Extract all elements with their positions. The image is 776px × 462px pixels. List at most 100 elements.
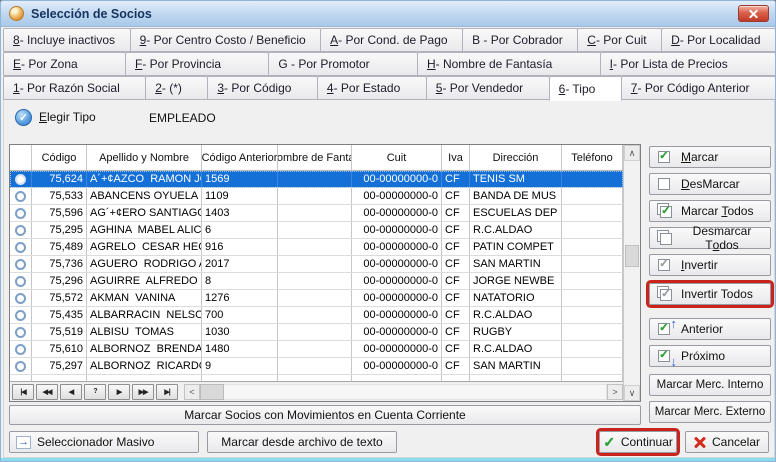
- row-radio-icon[interactable]: [15, 361, 26, 372]
- grid-row[interactable]: 75,435ALBARRACIN NELSON EL70000-00000000…: [10, 307, 623, 324]
- elegir-tipo-button[interactable]: ✓ Elegir Tipo: [15, 105, 96, 129]
- tab-a-por-cond-de-pago[interactable]: A - Por Cond. de Pago: [320, 28, 463, 52]
- button-label: DesMarcar: [681, 177, 740, 191]
- cell-iva: CF: [442, 171, 470, 187]
- tab-h-nombre-de-fantasi-a[interactable]: H - Nombre de Fantasía: [417, 52, 601, 76]
- row-radio-cell[interactable]: [10, 273, 32, 289]
- cell-cuit: 00-00000000-0: [352, 205, 442, 221]
- row-radio-cell[interactable]: [10, 324, 32, 340]
- scroll-up-icon[interactable]: ∧: [624, 145, 640, 161]
- scroll-down-icon[interactable]: ∨: [624, 385, 640, 401]
- invertir-button[interactable]: ✓Invertir: [649, 254, 771, 276]
- tab-2[interactable]: 2 - (*): [145, 76, 208, 100]
- horizontal-scrollbar[interactable]: < >: [180, 382, 623, 401]
- tab-9-por-centro-costo-beneficio[interactable]: 9 - Por Centro Costo / Beneficio: [130, 28, 322, 52]
- row-radio-cell[interactable]: [10, 358, 32, 374]
- continuar-button[interactable]: ✓ Continuar: [599, 431, 677, 453]
- tab-e-por-zona[interactable]: E - Por Zona: [3, 52, 126, 76]
- row-radio-icon[interactable]: [15, 242, 26, 253]
- cancelar-button[interactable]: Cancelar: [685, 431, 769, 453]
- horizontal-scroll-thumb[interactable]: [200, 384, 224, 400]
- invertir-todos-button[interactable]: ✓Invertir Todos: [649, 283, 771, 305]
- nav-search-button[interactable]: ?: [84, 384, 106, 400]
- anterior-button[interactable]: ✓↑Anterior: [649, 318, 771, 340]
- col-header-co-digo-anterior: Código Anterior: [202, 145, 278, 170]
- tab-6-tipo[interactable]: 6 - Tipo: [549, 76, 622, 101]
- marcar-todos-button[interactable]: ✓Marcar Todos: [649, 200, 771, 222]
- pro-ximo-button[interactable]: ✓↓Próximo: [649, 345, 771, 367]
- tab-1-por-razo-n-social[interactable]: 1 - Por Razón Social: [3, 76, 146, 100]
- nav-fast-forward-button[interactable]: ▶▶: [132, 384, 154, 400]
- nav-next-button[interactable]: ▶: [108, 384, 130, 400]
- dialog-seleccion-socios: Selección de Socios 8 - Incluye inactivo…: [0, 0, 776, 462]
- row-radio-icon[interactable]: [15, 327, 26, 338]
- tab-c-por-cuit[interactable]: C - Por Cuit: [577, 28, 662, 52]
- row-radio-icon[interactable]: [15, 310, 26, 321]
- cell-co-digo: 75,435: [32, 307, 87, 323]
- marcar-cc-button[interactable]: Marcar Socios con Movimientos en Cuenta …: [9, 405, 641, 425]
- horizontal-scroll-track[interactable]: [224, 384, 607, 400]
- grid-row[interactable]: 75,296AGUIRRE ALFREDO800-00000000-0CFJOR…: [10, 273, 623, 290]
- grid-row[interactable]: 75,596AG´+¢ERO SANTIAGO ME140300-0000000…: [10, 205, 623, 222]
- row-radio-icon[interactable]: [15, 344, 26, 355]
- desmarcar-button[interactable]: DesMarcar: [649, 173, 771, 195]
- nav-fast-back-button[interactable]: ◀◀: [36, 384, 58, 400]
- row-radio-cell[interactable]: [10, 171, 32, 187]
- tab-f-por-provincia[interactable]: F - Por Provincia: [125, 52, 269, 76]
- row-radio-icon[interactable]: [15, 259, 26, 270]
- vertical-scrollbar[interactable]: ∧ ∨: [623, 145, 640, 401]
- row-radio-cell[interactable]: [10, 256, 32, 272]
- row-radio-icon[interactable]: [15, 191, 26, 202]
- desmarcar-todos-button[interactable]: Desmarcar Todos: [649, 227, 771, 249]
- grid-row[interactable]: 75,624A´+¢AZCO RAMON JOSE156900-00000000…: [10, 171, 623, 188]
- checkbox-box: ✓: [660, 206, 672, 218]
- grid-row[interactable]: 75,489AGRELO CESAR HECTOR91600-00000000-…: [10, 239, 623, 256]
- row-radio-cell[interactable]: [10, 188, 32, 204]
- grid-row[interactable]: 75,297ALBORNOZ RICARDO RO900-00000000-0C…: [10, 358, 623, 375]
- seleccionador-masivo-button[interactable]: → Seleccionador Masivo: [9, 431, 199, 453]
- row-radio-cell[interactable]: [10, 239, 32, 255]
- tab-3-por-co-digo[interactable]: 3 - Por Código: [207, 76, 318, 100]
- row-radio-icon[interactable]: [15, 276, 26, 287]
- row-radio-icon[interactable]: [15, 208, 26, 219]
- marcar-merc-externo-button[interactable]: Marcar Merc. Externo: [649, 401, 771, 423]
- tab-7-por-co-digo-anterior[interactable]: 7 - Por Código Anterior: [621, 76, 776, 100]
- vertical-scroll-track[interactable]: [624, 161, 640, 385]
- check-circle-icon: ✓: [15, 109, 32, 126]
- row-radio-icon[interactable]: [15, 225, 26, 236]
- tab-4-por-estado[interactable]: 4 - Por Estado: [317, 76, 427, 100]
- tab-b-por-cobrador[interactable]: B - Por Cobrador: [462, 28, 578, 52]
- close-button[interactable]: [738, 5, 769, 22]
- row-radio-cell[interactable]: [10, 222, 32, 238]
- tab-i-por-lista-de-precios[interactable]: I - Por Lista de Precios: [600, 52, 776, 76]
- tab-5-por-vendedor[interactable]: 5 - Por Vendedor: [426, 76, 550, 100]
- vertical-scroll-thumb[interactable]: [625, 245, 639, 267]
- cell-cuit: 00-00000000-0: [352, 358, 442, 374]
- grid-row[interactable]: 75,295AGHINA MABEL ALICIA600-00000000-0C…: [10, 222, 623, 239]
- marcar-button[interactable]: ✓Marcar: [649, 146, 771, 168]
- marcar-archivo-button[interactable]: Marcar desde archivo de texto: [207, 431, 397, 453]
- cell-iva: CF: [442, 341, 470, 357]
- scroll-right-icon[interactable]: >: [607, 384, 623, 400]
- grid-row[interactable]: 75,610ALBORNOZ BRENDA VAN148000-00000000…: [10, 341, 623, 358]
- grid-row[interactable]: 75,572AKMAN VANINA127600-00000000-0CFNAT…: [10, 290, 623, 307]
- cell-co-digo: 75,519: [32, 324, 87, 340]
- tab-8-incluye-inactivos[interactable]: 8 - Incluye inactivos: [3, 28, 131, 52]
- nav-last-button[interactable]: ▶|: [156, 384, 178, 400]
- grid-row[interactable]: 75,736AGUERO RODRIGO ALEJ201700-00000000…: [10, 256, 623, 273]
- row-radio-cell[interactable]: [10, 341, 32, 357]
- row-radio-icon[interactable]: [15, 174, 26, 185]
- row-radio-cell[interactable]: [10, 205, 32, 221]
- grid-row[interactable]: 75,533ABANCENS OYUELA ALEJ110900-0000000…: [10, 188, 623, 205]
- tab-g-por-promotor[interactable]: G - Por Promotor: [268, 52, 418, 76]
- titlebar: Selección de Socios: [1, 1, 775, 27]
- tab-d-por-localidad[interactable]: D - Por Localidad: [661, 28, 776, 52]
- grid-row[interactable]: 75,519ALBISU TOMAS103000-00000000-0CFRUG…: [10, 324, 623, 341]
- marcar-merc-interno-button[interactable]: Marcar Merc. Interno: [649, 374, 771, 396]
- nav-first-button[interactable]: |◀: [12, 384, 34, 400]
- row-radio-cell[interactable]: [10, 307, 32, 323]
- row-radio-cell[interactable]: [10, 290, 32, 306]
- nav-prior-button[interactable]: ◀: [60, 384, 82, 400]
- row-radio-icon[interactable]: [15, 293, 26, 304]
- scroll-left-icon[interactable]: <: [184, 384, 200, 400]
